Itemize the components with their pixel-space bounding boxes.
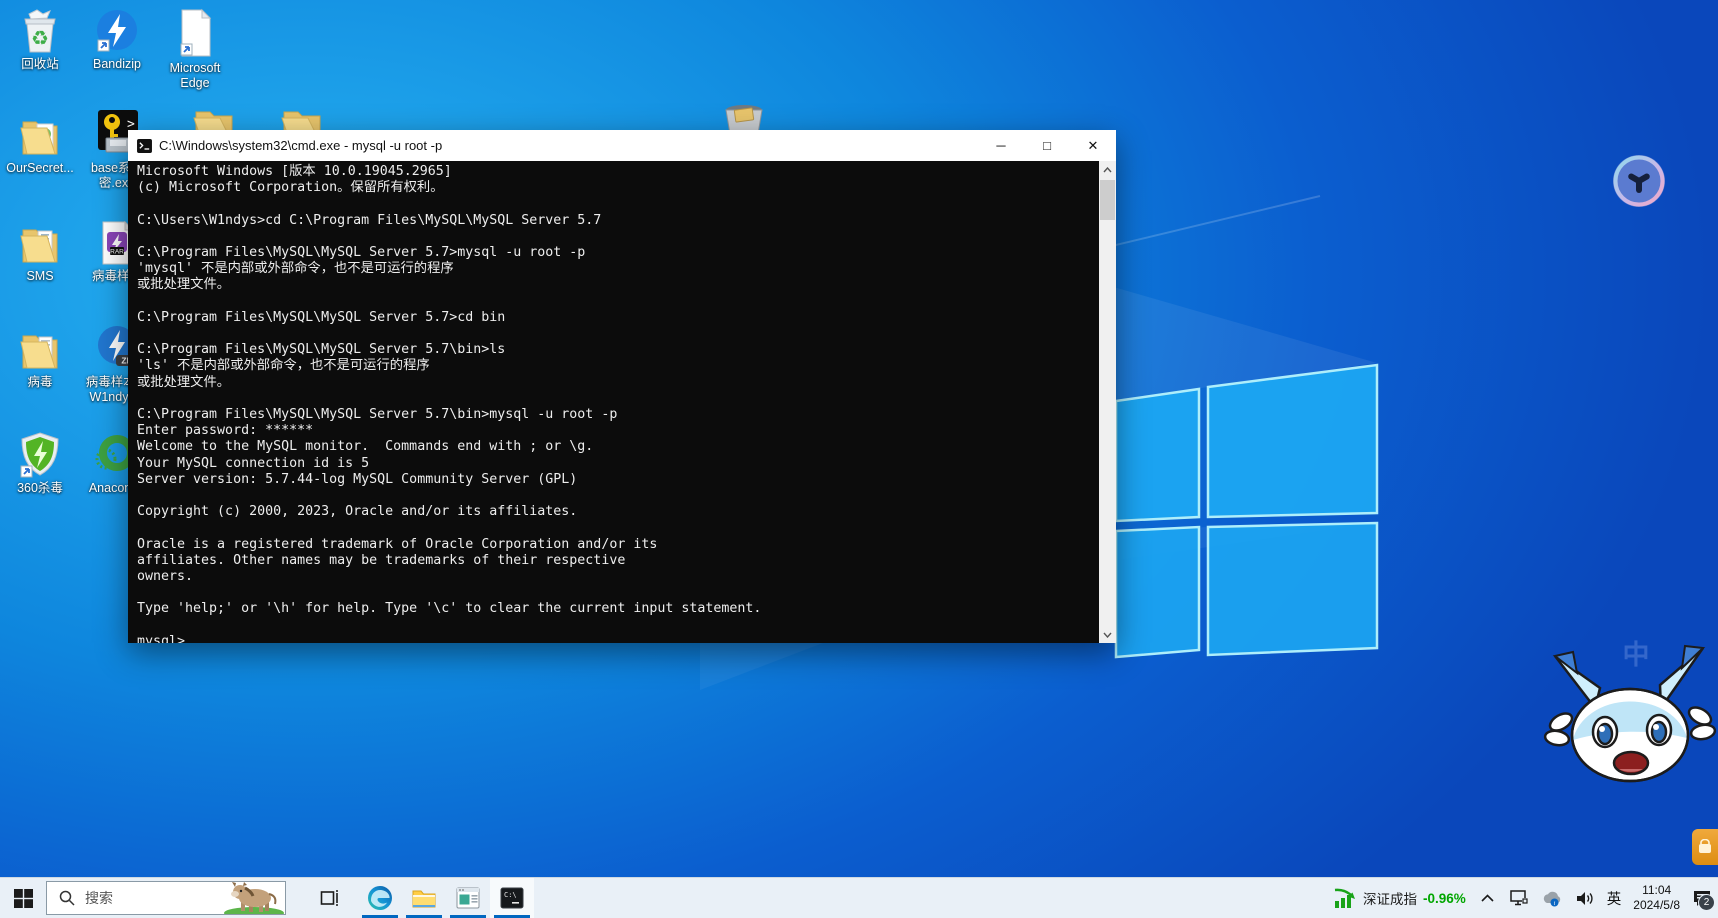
desktop-icon-virus-folder[interactable]: 病毒 bbox=[1, 326, 79, 390]
taskbar: C:\ 深证成指 -0.96% bbox=[0, 877, 1718, 918]
search-highlight-donkey-icon bbox=[223, 882, 285, 914]
show-hidden-icons-button[interactable] bbox=[1472, 878, 1503, 918]
maximize-button[interactable]: □ bbox=[1024, 130, 1070, 161]
taskbar-clock[interactable]: 11:04 2024/5/8 bbox=[1627, 878, 1686, 918]
desktop-pet-mascot[interactable]: 中 bbox=[1543, 630, 1718, 795]
folder-icon bbox=[17, 326, 63, 372]
mascot-character: 中 bbox=[1543, 630, 1718, 795]
side-widget-button[interactable] bbox=[1692, 829, 1718, 865]
svg-text:C:\: C:\ bbox=[504, 891, 517, 899]
minimize-button[interactable]: ─ bbox=[978, 130, 1024, 161]
desktop-icon-360-antivirus[interactable]: 360杀毒 bbox=[1, 430, 79, 496]
desktop-icon-bandizip[interactable]: Bandizip bbox=[78, 8, 156, 72]
chevron-up-icon bbox=[1481, 894, 1494, 902]
scroll-up-arrow[interactable] bbox=[1099, 161, 1116, 178]
icon-label: 回收站 bbox=[1, 57, 79, 72]
task-view-button[interactable] bbox=[308, 878, 352, 918]
ime-language-label: 英 bbox=[1607, 888, 1622, 909]
icon-label: 360杀毒 bbox=[1, 481, 79, 496]
volume-icon bbox=[1575, 890, 1595, 907]
windows-logo-icon bbox=[14, 889, 33, 908]
notification-center-button[interactable]: 2 bbox=[1686, 878, 1718, 918]
icon-label: 病毒 bbox=[1, 375, 79, 390]
taskbar-app-window-button[interactable] bbox=[446, 878, 490, 918]
blank-file-shortcut-icon bbox=[172, 8, 218, 58]
app-window-icon bbox=[455, 885, 481, 911]
notification-count-badge: 2 bbox=[1698, 894, 1715, 911]
icon-label: OurSecret... bbox=[1, 161, 79, 176]
side-widget-icon bbox=[1697, 839, 1713, 855]
system-tray: 深证成指 -0.96% bbox=[1327, 878, 1718, 918]
taskbar-search-box[interactable] bbox=[46, 881, 286, 915]
shield-lightning-icon bbox=[17, 430, 63, 478]
task-view-icon bbox=[320, 888, 340, 908]
icon-label: Bandizip bbox=[78, 57, 156, 72]
clock-time: 11:04 bbox=[1642, 883, 1671, 898]
console-text: Microsoft Windows [版本 10.0.19045.2965] (… bbox=[128, 161, 1099, 643]
network-icon bbox=[1509, 889, 1529, 907]
folder-picture-icon bbox=[17, 112, 63, 158]
close-button[interactable]: ✕ bbox=[1070, 130, 1116, 161]
onedrive-tray-button[interactable]: i bbox=[1535, 878, 1569, 918]
file-explorer-icon bbox=[411, 885, 437, 911]
cmd-window-title: C:\Windows\system32\cmd.exe - mysql -u r… bbox=[159, 138, 442, 153]
desktop: ♻ 回收站 OurSecret... SMS 病毒 bbox=[0, 0, 1718, 918]
taskbar-edge-button[interactable] bbox=[358, 878, 402, 918]
ime-indicator[interactable]: 英 bbox=[1601, 878, 1628, 918]
bandizip-icon bbox=[94, 8, 140, 54]
svg-text:♻: ♻ bbox=[31, 28, 49, 50]
stock-index-change: -0.96% bbox=[1423, 891, 1466, 906]
console-output[interactable]: Microsoft Windows [版本 10.0.19045.2965] (… bbox=[128, 161, 1099, 643]
console-scrollbar[interactable] bbox=[1099, 161, 1116, 643]
volume-tray-button[interactable] bbox=[1569, 878, 1601, 918]
floating-assistant-button[interactable] bbox=[1609, 151, 1669, 211]
network-tray-button[interactable] bbox=[1503, 878, 1535, 918]
svg-text:RAR: RAR bbox=[110, 249, 124, 256]
desktop-icon-sms[interactable]: SMS bbox=[1, 220, 79, 284]
stock-ticker-widget[interactable]: 深证成指 -0.96% bbox=[1327, 878, 1472, 918]
desktop-icon-recycle-bin[interactable]: ♻ 回收站 bbox=[1, 8, 79, 72]
clock-date: 2024/5/8 bbox=[1633, 898, 1680, 913]
folder-documents-icon bbox=[17, 220, 63, 266]
taskbar-file-explorer-button[interactable] bbox=[402, 878, 446, 918]
scroll-down-arrow[interactable] bbox=[1099, 626, 1116, 643]
taskbar-cmd-button[interactable]: C:\ bbox=[490, 878, 534, 918]
recycle-bin-icon: ♻ bbox=[17, 8, 63, 54]
scrollbar-thumb[interactable] bbox=[1100, 180, 1115, 220]
onedrive-cloud-icon: i bbox=[1541, 890, 1563, 907]
desktop-icon-oursecret[interactable]: OurSecret... bbox=[1, 112, 79, 176]
assistant-logo-icon bbox=[1609, 151, 1669, 211]
icon-label: Microsoft Edge bbox=[163, 61, 227, 91]
edge-browser-icon bbox=[367, 885, 393, 911]
stock-index-name: 深证成指 bbox=[1363, 888, 1417, 908]
desktop-icon-microsoft-edge[interactable]: Microsoft Edge bbox=[156, 8, 234, 91]
start-button[interactable] bbox=[0, 878, 46, 918]
cmd-window-icon bbox=[137, 139, 152, 153]
cmd-icon: C:\ bbox=[499, 885, 525, 911]
mascot-ime-badge: 中 bbox=[1623, 640, 1650, 670]
cmd-title-bar[interactable]: C:\Windows\system32\cmd.exe - mysql -u r… bbox=[128, 130, 1116, 161]
icon-label: SMS bbox=[1, 269, 79, 284]
cmd-window: C:\Windows\system32\cmd.exe - mysql -u r… bbox=[128, 130, 1116, 643]
search-icon bbox=[59, 890, 75, 906]
stock-trend-icon bbox=[1333, 887, 1357, 909]
